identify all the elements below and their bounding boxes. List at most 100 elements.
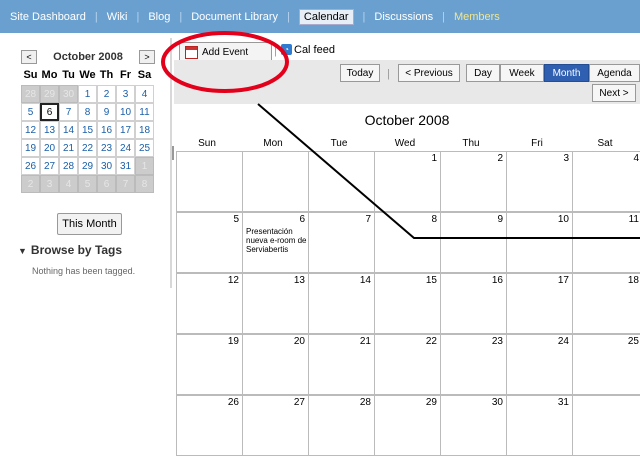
day-cell[interactable]: 6 Presentación nueva e-room de Serviabert… bbox=[243, 212, 309, 273]
mini-calendar-day[interactable]: 14 bbox=[59, 121, 78, 139]
mini-calendar-day[interactable]: 1 bbox=[135, 157, 154, 175]
today-button[interactable]: Today bbox=[340, 64, 380, 82]
mini-calendar-day[interactable]: 23 bbox=[97, 139, 116, 157]
mini-calendar-day[interactable]: 7 bbox=[59, 103, 78, 121]
mini-calendar-day[interactable]: 28 bbox=[21, 85, 40, 103]
mini-calendar-day[interactable]: 5 bbox=[78, 175, 97, 193]
nav-item-wiki[interactable]: Wiki bbox=[107, 11, 128, 23]
mini-calendar-day[interactable]: 10 bbox=[116, 103, 135, 121]
mini-calendar-day[interactable]: 7 bbox=[116, 175, 135, 193]
mini-calendar-day[interactable]: 4 bbox=[135, 85, 154, 103]
mini-calendar-day[interactable]: 5 bbox=[21, 103, 40, 121]
mini-calendar-day[interactable]: 19 bbox=[21, 139, 40, 157]
day-cell[interactable]: 13 bbox=[243, 273, 309, 334]
day-cell[interactable]: 10 bbox=[507, 212, 573, 273]
week-view-button[interactable]: Week bbox=[500, 64, 544, 82]
day-cell[interactable]: 20 bbox=[243, 334, 309, 395]
day-cell[interactable]: 26 bbox=[177, 395, 243, 456]
mini-calendar-day[interactable]: 27 bbox=[40, 157, 59, 175]
day-cell[interactable]: 23 bbox=[441, 334, 507, 395]
mini-calendar-day[interactable]: 1 bbox=[78, 85, 97, 103]
browse-by-tags-heading[interactable]: ▼ Browse by Tags bbox=[18, 243, 122, 257]
day-cell[interactable]: 24 bbox=[507, 334, 573, 395]
mini-calendar-day[interactable]: 16 bbox=[97, 121, 116, 139]
mini-calendar-day[interactable]: 18 bbox=[135, 121, 154, 139]
day-cell[interactable]: 2 bbox=[441, 151, 507, 212]
mini-calendar-prev-button[interactable]: < bbox=[21, 50, 37, 64]
mini-calendar-day[interactable]: 24 bbox=[116, 139, 135, 157]
mini-calendar-day[interactable]: 22 bbox=[78, 139, 97, 157]
agenda-view-button[interactable]: Agenda bbox=[589, 64, 640, 82]
day-cell[interactable]: 29 bbox=[375, 395, 441, 456]
day-cell[interactable] bbox=[309, 151, 375, 212]
nav-item-document-library[interactable]: Document Library bbox=[191, 11, 278, 23]
calendar-event[interactable]: Presentación nueva e-room de Serviaberti… bbox=[246, 227, 308, 254]
day-cell[interactable]: 15 bbox=[375, 273, 441, 334]
rss-feed-icon[interactable]: ◔ bbox=[281, 44, 292, 55]
this-month-button[interactable]: This Month bbox=[57, 213, 122, 235]
day-cell[interactable]: 7 bbox=[309, 212, 375, 273]
day-view-button[interactable]: Day bbox=[466, 64, 500, 82]
day-cell[interactable] bbox=[243, 151, 309, 212]
day-cell[interactable]: 8 bbox=[375, 212, 441, 273]
sidebar-divider bbox=[170, 38, 172, 288]
day-cell[interactable]: 1 bbox=[375, 151, 441, 212]
nav-item-calendar[interactable]: Calendar bbox=[298, 8, 354, 25]
mini-calendar-day[interactable]: 21 bbox=[59, 139, 78, 157]
mini-calendar-next-button[interactable]: > bbox=[139, 50, 155, 64]
mini-calendar-day[interactable]: 30 bbox=[59, 85, 78, 103]
mini-calendar-day[interactable]: 12 bbox=[21, 121, 40, 139]
day-cell[interactable]: 31 bbox=[507, 395, 573, 456]
mini-calendar-day[interactable]: 3 bbox=[116, 85, 135, 103]
mini-calendar-day[interactable]: 20 bbox=[40, 139, 59, 157]
mini-calendar-day[interactable]: 6 bbox=[97, 175, 116, 193]
mini-calendar-day[interactable]: 2 bbox=[97, 85, 116, 103]
day-cell[interactable]: 3 bbox=[507, 151, 573, 212]
nav-item-members[interactable]: Members bbox=[454, 11, 500, 23]
cal-feed-link[interactable]: Cal feed bbox=[294, 44, 335, 56]
nav-item-site-dashboard[interactable]: Site Dashboard bbox=[10, 11, 86, 23]
day-cell[interactable]: 28 bbox=[309, 395, 375, 456]
day-cell[interactable]: 14 bbox=[309, 273, 375, 334]
day-cell[interactable]: 18 bbox=[573, 273, 640, 334]
mini-calendar-day[interactable]: 11 bbox=[135, 103, 154, 121]
mini-calendar-day[interactable]: 17 bbox=[116, 121, 135, 139]
mini-calendar-day[interactable]: 13 bbox=[40, 121, 59, 139]
next-button[interactable]: Next > bbox=[592, 84, 636, 102]
day-number: 17 bbox=[557, 275, 569, 286]
mini-calendar-day[interactable]: 29 bbox=[78, 157, 97, 175]
day-cell[interactable]: 11 bbox=[573, 212, 640, 273]
day-cell[interactable] bbox=[573, 395, 640, 456]
day-cell[interactable]: 4 bbox=[573, 151, 640, 212]
day-cell[interactable]: 27 bbox=[243, 395, 309, 456]
mini-calendar-day[interactable]: 25 bbox=[135, 139, 154, 157]
day-cell[interactable]: 30 bbox=[441, 395, 507, 456]
day-cell[interactable]: 5 bbox=[177, 212, 243, 273]
mini-calendar-day[interactable]: 8 bbox=[135, 175, 154, 193]
day-cell[interactable]: 9 bbox=[441, 212, 507, 273]
month-view-button[interactable]: Month bbox=[544, 64, 589, 82]
mini-calendar-day[interactable]: 28 bbox=[59, 157, 78, 175]
day-cell[interactable] bbox=[177, 151, 243, 212]
day-cell[interactable]: 21 bbox=[309, 334, 375, 395]
mini-calendar-day[interactable]: 31 bbox=[116, 157, 135, 175]
mini-calendar-day[interactable]: 26 bbox=[21, 157, 40, 175]
day-cell[interactable]: 19 bbox=[177, 334, 243, 395]
mini-calendar-day[interactable]: 4 bbox=[59, 175, 78, 193]
mini-calendar-day[interactable]: 29 bbox=[40, 85, 59, 103]
nav-item-discussions[interactable]: Discussions bbox=[374, 11, 433, 23]
day-cell[interactable]: 17 bbox=[507, 273, 573, 334]
mini-calendar-day[interactable]: 6 bbox=[40, 103, 59, 121]
day-cell[interactable]: 12 bbox=[177, 273, 243, 334]
day-cell[interactable]: 22 bbox=[375, 334, 441, 395]
day-cell[interactable]: 25 bbox=[573, 334, 640, 395]
mini-calendar-day[interactable]: 30 bbox=[97, 157, 116, 175]
mini-calendar-day[interactable]: 15 bbox=[78, 121, 97, 139]
nav-item-blog[interactable]: Blog bbox=[148, 11, 170, 23]
day-cell[interactable]: 16 bbox=[441, 273, 507, 334]
mini-calendar-day[interactable]: 3 bbox=[40, 175, 59, 193]
mini-calendar-day[interactable]: 2 bbox=[21, 175, 40, 193]
mini-calendar-day[interactable]: 9 bbox=[97, 103, 116, 121]
mini-calendar-day[interactable]: 8 bbox=[78, 103, 97, 121]
previous-button[interactable]: < Previous bbox=[398, 64, 460, 82]
